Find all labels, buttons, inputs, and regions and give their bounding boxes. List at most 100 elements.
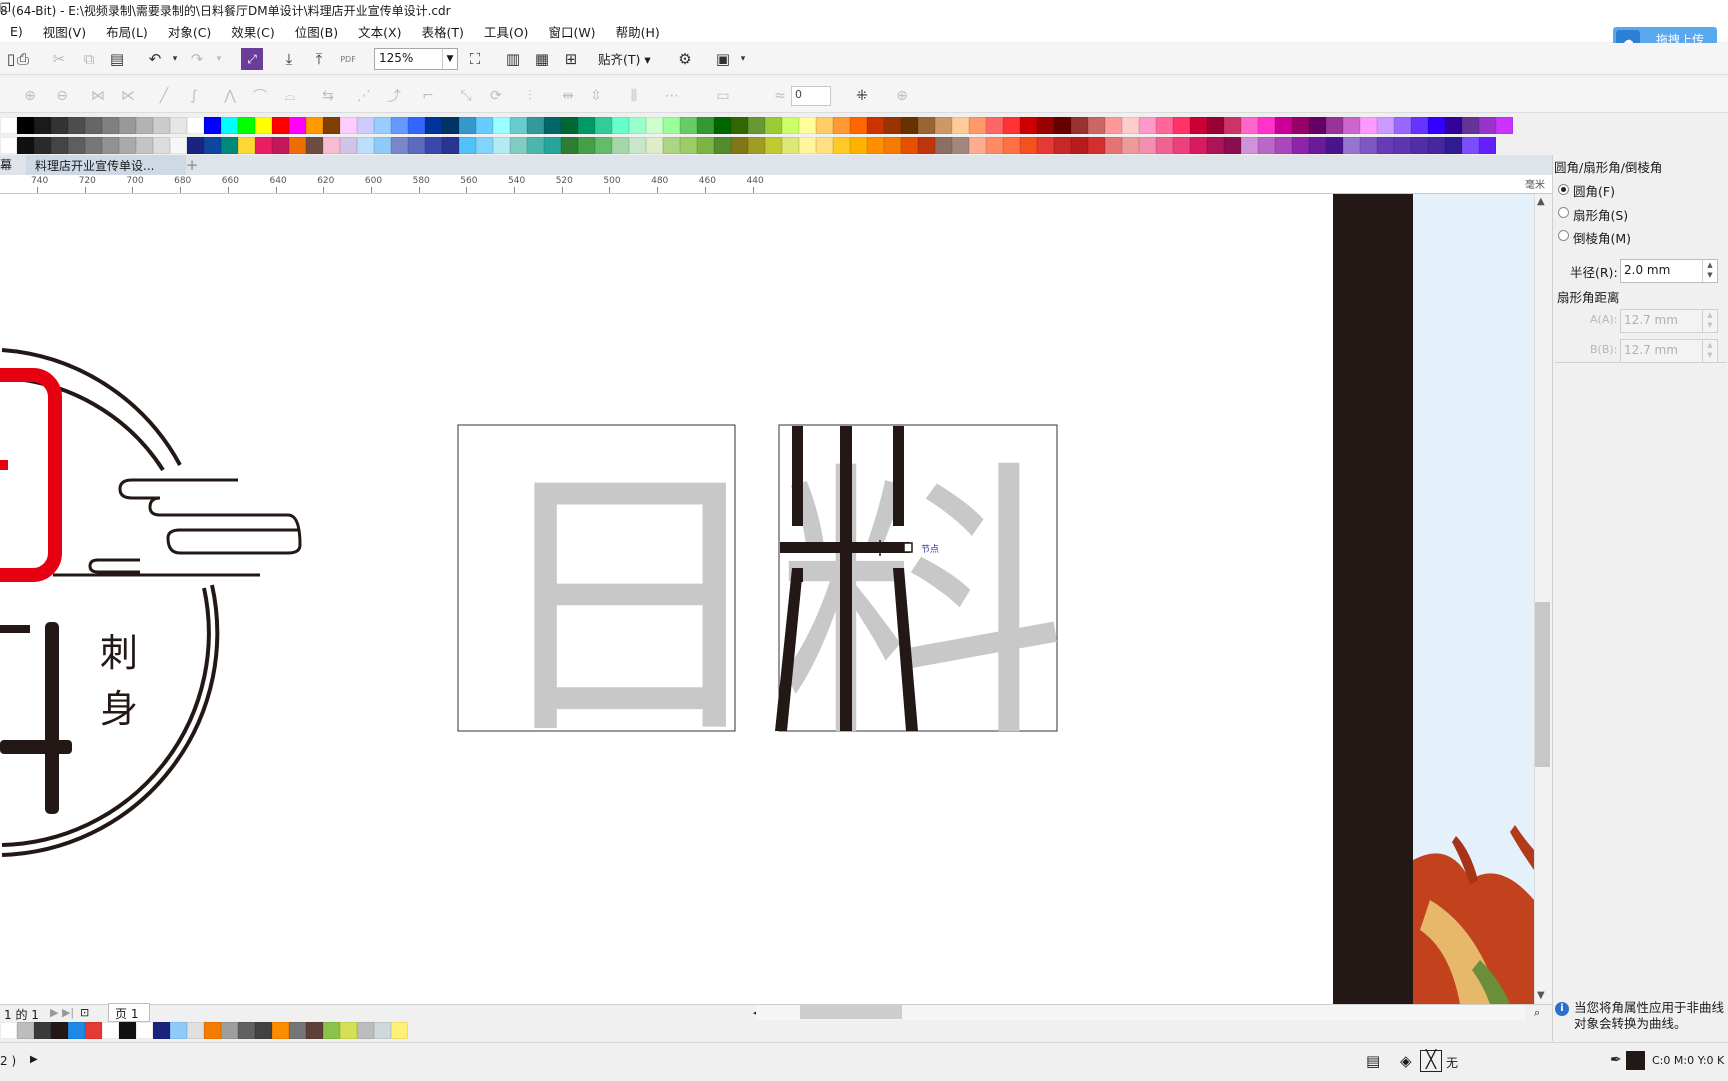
- zoom-corner-icon[interactable]: ⌕: [1534, 1006, 1540, 1020]
- radius-input[interactable]: 2.0 mm ▲ ▼: [1620, 259, 1718, 283]
- palette-1-swatch[interactable]: [1258, 117, 1275, 134]
- palette-2-swatch[interactable]: [17, 137, 34, 154]
- palette-2-swatch[interactable]: [1054, 137, 1071, 154]
- palette-1-swatch[interactable]: [136, 117, 153, 134]
- palette-1-swatch[interactable]: [340, 117, 357, 134]
- palette-2-swatch[interactable]: [51, 137, 68, 154]
- palette-1-swatch[interactable]: [697, 117, 714, 134]
- palette-2-swatch[interactable]: [374, 137, 391, 154]
- palette-2-swatch[interactable]: [1428, 137, 1445, 154]
- palette-2-swatch[interactable]: [442, 137, 459, 154]
- outline-pen-icon[interactable]: ✒: [1610, 1052, 1622, 1068]
- palette-1-swatch[interactable]: [51, 117, 68, 134]
- palette-1-swatch[interactable]: [1156, 117, 1173, 134]
- palette-2-swatch[interactable]: [918, 137, 935, 154]
- palette-2-swatch[interactable]: [357, 137, 374, 154]
- elastic-mode-icon[interactable]: ⫼: [624, 86, 644, 106]
- export-icon[interactable]: ⤒: [308, 48, 330, 70]
- palette-2-swatch[interactable]: [697, 137, 714, 154]
- radio-scallop[interactable]: [1558, 207, 1569, 218]
- palette-1-swatch[interactable]: [204, 117, 221, 134]
- palette-2-swatch[interactable]: [952, 137, 969, 154]
- palette-2-swatch[interactable]: [714, 137, 731, 154]
- palette-1-swatch[interactable]: [867, 117, 884, 134]
- palette-1-swatch[interactable]: [731, 117, 748, 134]
- document-palette-swatch[interactable]: [187, 1022, 204, 1039]
- palette-1-swatch[interactable]: [935, 117, 952, 134]
- application-launcher-icon[interactable]: ▣: [712, 48, 734, 70]
- palette-1-swatch[interactable]: [306, 117, 323, 134]
- palette-1-swatch[interactable]: [1292, 117, 1309, 134]
- undo-dropdown-icon[interactable]: ▾: [164, 48, 186, 70]
- palette-2-swatch[interactable]: [170, 137, 187, 154]
- palette-1-swatch[interactable]: [1326, 117, 1343, 134]
- palette-1-swatch[interactable]: [374, 117, 391, 134]
- document-palette-swatch[interactable]: [34, 1022, 51, 1039]
- palette-2-swatch[interactable]: [850, 137, 867, 154]
- zoom-dropdown-icon[interactable]: ▼: [442, 49, 457, 69]
- palette-1-swatch[interactable]: [391, 117, 408, 134]
- palette-1-swatch[interactable]: [1309, 117, 1326, 134]
- menu-edit[interactable]: E): [0, 24, 33, 39]
- document-palette-swatch[interactable]: [17, 1022, 34, 1039]
- add-page-icon[interactable]: ⊡: [80, 1006, 89, 1019]
- palette-1-swatch[interactable]: [952, 117, 969, 134]
- rotate-nodes-icon[interactable]: ⟳: [486, 86, 506, 106]
- document-palette-swatch[interactable]: [306, 1022, 323, 1039]
- palette-2-swatch[interactable]: [289, 137, 306, 154]
- palette-1-swatch[interactable]: [544, 117, 561, 134]
- redo-icon[interactable]: ↷: [186, 48, 208, 70]
- palette-2-swatch[interactable]: [578, 137, 595, 154]
- palette-1-swatch[interactable]: [1105, 117, 1122, 134]
- palette-2-swatch[interactable]: [935, 137, 952, 154]
- palette-1-swatch[interactable]: [986, 117, 1003, 134]
- radio-fillet-label[interactable]: 圆角(F): [1573, 181, 1615, 200]
- show-rulers-icon[interactable]: ▥: [502, 48, 524, 70]
- palette-2-swatch[interactable]: [102, 137, 119, 154]
- publish-pdf-icon[interactable]: PDF: [337, 48, 359, 70]
- palette-2-swatch[interactable]: [1173, 137, 1190, 154]
- color-proof-icon[interactable]: ▤: [1366, 1052, 1380, 1070]
- palette-1-swatch[interactable]: [1003, 117, 1020, 134]
- palette-2-swatch[interactable]: [527, 137, 544, 154]
- palette-1-swatch[interactable]: [612, 117, 629, 134]
- options-gear-icon[interactable]: ⚙: [674, 48, 696, 70]
- outline-color-swatch[interactable]: [1626, 1051, 1645, 1070]
- palette-2-swatch[interactable]: [833, 137, 850, 154]
- palette-2-swatch[interactable]: [1309, 137, 1326, 154]
- palette-1-swatch[interactable]: [850, 117, 867, 134]
- paste-icon[interactable]: ▤: [106, 48, 128, 70]
- snap-to-menu[interactable]: 贴齐(T) ▾: [598, 49, 651, 68]
- palette-1-swatch[interactable]: [1343, 117, 1360, 134]
- menu-help[interactable]: 帮助(H): [606, 22, 670, 41]
- palette-2-swatch[interactable]: [187, 137, 204, 154]
- document-palette-swatch[interactable]: [255, 1022, 272, 1039]
- palette-2-swatch[interactable]: [85, 137, 102, 154]
- radio-chamfer-label[interactable]: 倒棱角(M): [1573, 228, 1631, 247]
- palette-2-swatch[interactable]: [782, 137, 799, 154]
- document-palette-swatch[interactable]: [272, 1022, 289, 1039]
- select-all-nodes-icon[interactable]: ⋯: [662, 86, 682, 106]
- palette-2-swatch[interactable]: [1479, 137, 1496, 154]
- menu-layout[interactable]: 布局(L): [96, 22, 158, 41]
- palette-2-swatch[interactable]: [323, 137, 340, 154]
- join-nodes-icon[interactable]: ⋈: [88, 86, 108, 106]
- search-content-icon[interactable]: ⤢: [241, 48, 263, 70]
- palette-1-swatch[interactable]: [153, 117, 170, 134]
- palette-1-swatch[interactable]: [510, 117, 527, 134]
- palette-2-swatch[interactable]: [204, 137, 221, 154]
- stretch-nodes-icon[interactable]: ⤡: [456, 86, 476, 106]
- palette-1-swatch[interactable]: [714, 117, 731, 134]
- palette-1-swatch[interactable]: [1071, 117, 1088, 134]
- distance-b-input[interactable]: 12.7 mm ▲ ▼: [1620, 339, 1718, 363]
- palette-1-swatch[interactable]: [1479, 117, 1496, 134]
- palette-2-swatch[interactable]: [1394, 137, 1411, 154]
- menu-window[interactable]: 窗口(W): [538, 22, 605, 41]
- palette-2-swatch[interactable]: [646, 137, 663, 154]
- palette-2-swatch[interactable]: [1003, 137, 1020, 154]
- drawing-canvas[interactable]: 刺 身 日 料 节点: [0, 194, 1534, 1004]
- palette-1-swatch[interactable]: [782, 117, 799, 134]
- scroll-up-icon[interactable]: ▲: [1537, 196, 1545, 207]
- tab-active-document[interactable]: 料理店开业宣传单设...: [26, 155, 186, 175]
- smooth-node-icon[interactable]: ⌒: [250, 86, 270, 106]
